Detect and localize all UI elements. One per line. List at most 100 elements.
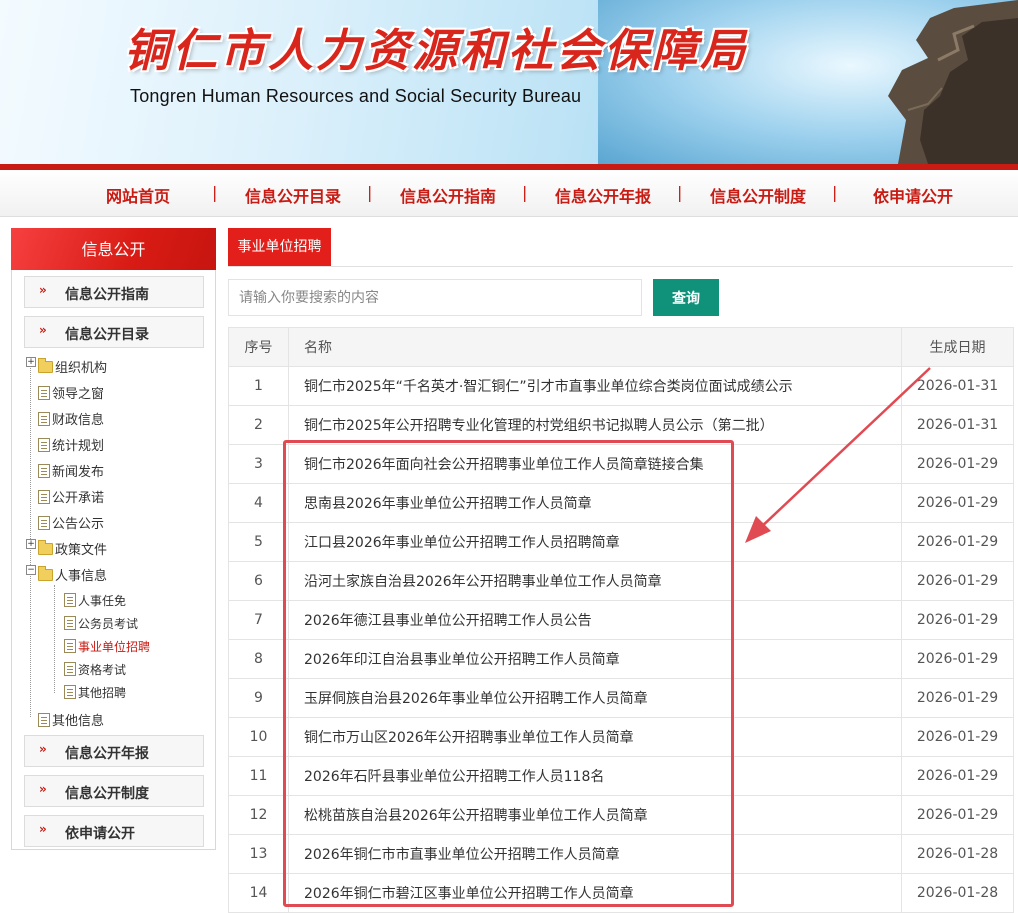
table-row: 6 沿河土家族自治县2026年公开招聘事业单位工作人员简章 2026-01-29 — [228, 561, 1014, 601]
row-title-link[interactable]: 江口县2026年事业单位公开招聘工作人员招聘简章 — [288, 522, 902, 562]
tree-item-label: 公务员考试 — [78, 617, 139, 631]
tree-item-label: 财政信息 — [52, 413, 105, 428]
row-title-link[interactable]: 思南县2026年事业单位公开招聘工作人员简章 — [288, 483, 902, 523]
row-date: 2026-01-29 — [901, 483, 1014, 523]
tab-public-institution-recruitment[interactable]: 事业单位招聘 — [228, 228, 331, 266]
nav-item-annual-report[interactable]: 信息公开年报 — [555, 183, 651, 207]
nav-separator: | — [212, 183, 218, 202]
document-icon — [38, 386, 50, 400]
sidebar: 信息公开 » 信息公开指南 » 信息公开目录 + 组织机构 领导之窗 财政信息 … — [11, 228, 216, 850]
row-index: 5 — [228, 522, 289, 562]
document-icon — [38, 412, 50, 426]
nav-item-apply[interactable]: 依申请公开 — [873, 183, 953, 207]
tree-subitem-public-institution-recruitment[interactable]: 事业单位招聘 — [64, 638, 150, 655]
collapse-minus-icon[interactable]: − — [26, 565, 36, 575]
tree-item-commitment[interactable]: 公开承诺 — [38, 487, 104, 506]
row-date: 2026-01-28 — [901, 834, 1014, 874]
row-index: 2 — [228, 405, 289, 445]
tree-item-label: 人事信息 — [55, 569, 108, 584]
chevron-down-icon: » — [39, 822, 47, 836]
tree-item-policy-docs[interactable]: 政策文件 — [38, 539, 107, 558]
search-input[interactable] — [228, 279, 642, 316]
tab-underline — [228, 266, 1013, 267]
row-title-link[interactable]: 2026年印江自治县事业单位公开招聘工作人员简章 — [288, 639, 902, 679]
table-row: 12 松桃苗族自治县2026年公开招聘事业单位工作人员简章 2026-01-29 — [228, 795, 1014, 835]
document-icon — [64, 639, 76, 653]
tree-item-other-info[interactable]: 其他信息 — [38, 710, 104, 729]
tree-item-personnel[interactable]: 人事信息 — [38, 565, 107, 584]
row-date: 2026-01-29 — [901, 600, 1014, 640]
tree-subitem-civil-service-exam[interactable]: 公务员考试 — [64, 615, 138, 632]
tree-item-label: 新闻发布 — [52, 465, 105, 480]
document-icon — [64, 616, 76, 630]
row-date: 2026-01-29 — [901, 678, 1014, 718]
folder-icon — [38, 540, 53, 555]
tree-subitem-appointments[interactable]: 人事任免 — [64, 592, 126, 609]
row-date: 2026-01-29 — [901, 522, 1014, 562]
row-date: 2026-01-31 — [901, 366, 1014, 406]
table-row: 10 铜仁市万山区2026年公开招聘事业单位工作人员简章 2026-01-29 — [228, 717, 1014, 757]
nav-item-policy[interactable]: 信息公开制度 — [710, 183, 806, 207]
row-title-link[interactable]: 铜仁市2026年面向社会公开招聘事业单位工作人员简章链接合集 — [288, 444, 902, 484]
sidebar-item-annual-report[interactable]: » 信息公开年报 — [24, 735, 204, 767]
row-title-link[interactable]: 2026年铜仁市市直事业单位公开招聘工作人员简章 — [288, 834, 902, 874]
sidebar-item-label: 信息公开年报 — [65, 746, 149, 762]
row-date: 2026-01-29 — [901, 756, 1014, 796]
document-icon — [38, 516, 50, 530]
expand-plus-icon[interactable]: + — [26, 539, 36, 549]
tree-item-finance[interactable]: 财政信息 — [38, 409, 104, 428]
tree-item-news[interactable]: 新闻发布 — [38, 461, 104, 480]
site-title: 铜仁市人力资源和社会保障局 — [124, 24, 749, 77]
table-row: 14 2026年铜仁市碧江区事业单位公开招聘工作人员简章 2026-01-28 — [228, 873, 1014, 913]
row-title-link[interactable]: 松桃苗族自治县2026年公开招聘事业单位工作人员简章 — [288, 795, 902, 835]
sidebar-item-policy[interactable]: » 信息公开制度 — [24, 775, 204, 807]
row-title-link[interactable]: 2026年德江县事业单位公开招聘工作人员公告 — [288, 600, 902, 640]
chevron-down-icon: » — [39, 283, 47, 297]
sidebar-item-catalog[interactable]: » 信息公开目录 — [24, 316, 204, 348]
sidebar-item-guide[interactable]: » 信息公开指南 — [24, 276, 204, 308]
nav-item-home[interactable]: 网站首页 — [106, 183, 170, 207]
sidebar-item-apply[interactable]: » 依申请公开 — [24, 815, 204, 847]
row-title-link[interactable]: 铜仁市2025年公开招聘专业化管理的村党组织书记拟聘人员公示（第二批） — [288, 405, 902, 445]
row-title-link[interactable]: 2026年铜仁市碧江区事业单位公开招聘工作人员简章 — [288, 873, 902, 913]
site-subtitle: Tongren Human Resources and Social Secur… — [130, 86, 582, 106]
row-date: 2026-01-29 — [901, 795, 1014, 835]
tree-item-leaders[interactable]: 领导之窗 — [38, 383, 104, 402]
tree-item-statistics[interactable]: 统计规划 — [38, 435, 104, 454]
nav-item-catalog[interactable]: 信息公开目录 — [245, 183, 341, 207]
tree-item-label: 资格考试 — [78, 663, 127, 677]
table-row: 4 思南县2026年事业单位公开招聘工作人员简章 2026-01-29 — [228, 483, 1014, 523]
row-title-link[interactable]: 铜仁市万山区2026年公开招聘事业单位工作人员简章 — [288, 717, 902, 757]
tree-subitem-other-recruitment[interactable]: 其他招聘 — [64, 684, 126, 701]
search-button[interactable]: 查询 — [653, 279, 719, 316]
table-row: 13 2026年铜仁市市直事业单位公开招聘工作人员简章 2026-01-28 — [228, 834, 1014, 874]
row-title-link[interactable]: 2026年石阡县事业单位公开招聘工作人员118名 — [288, 756, 902, 796]
row-index: 13 — [228, 834, 289, 874]
row-index: 1 — [228, 366, 289, 406]
row-index: 8 — [228, 639, 289, 679]
recruitment-table: 序号 名称 生成日期 1 铜仁市2025年“千名英才·智汇铜仁”引才市直事业单位综… — [228, 327, 1014, 913]
tree-item-label: 人事任免 — [78, 594, 127, 608]
row-index: 11 — [228, 756, 289, 796]
tree-item-notices[interactable]: 公告公示 — [38, 513, 104, 532]
row-index: 7 — [228, 600, 289, 640]
tree-item-org[interactable]: 组织机构 — [38, 357, 107, 376]
nav-item-guide[interactable]: 信息公开指南 — [400, 183, 496, 207]
expand-plus-icon[interactable]: + — [26, 357, 36, 367]
row-date: 2026-01-28 — [901, 873, 1014, 913]
sidebar-item-label: 信息公开目录 — [65, 327, 149, 343]
row-date: 2026-01-29 — [901, 561, 1014, 601]
nav-separator: | — [367, 183, 373, 202]
row-index: 9 — [228, 678, 289, 718]
row-title-link[interactable]: 铜仁市2025年“千名英才·智汇铜仁”引才市直事业单位综合类岗位面试成绩公示 — [288, 366, 902, 406]
folder-icon — [38, 358, 53, 373]
row-title-link[interactable]: 玉屏侗族自治县2026年事业单位公开招聘工作人员简章 — [288, 678, 902, 718]
row-title-link[interactable]: 沿河土家族自治县2026年公开招聘事业单位工作人员简章 — [288, 561, 902, 601]
column-header-date: 生成日期 — [901, 327, 1014, 367]
karst-rock-image — [888, 0, 1018, 164]
tree-subitem-qualification-exam[interactable]: 资格考试 — [64, 661, 126, 678]
column-header-name: 名称 — [288, 327, 902, 367]
table-row: 1 铜仁市2025年“千名英才·智汇铜仁”引才市直事业单位综合类岗位面试成绩公示 2… — [228, 366, 1014, 406]
column-header-index: 序号 — [228, 327, 289, 367]
chevron-down-icon: » — [39, 742, 47, 756]
